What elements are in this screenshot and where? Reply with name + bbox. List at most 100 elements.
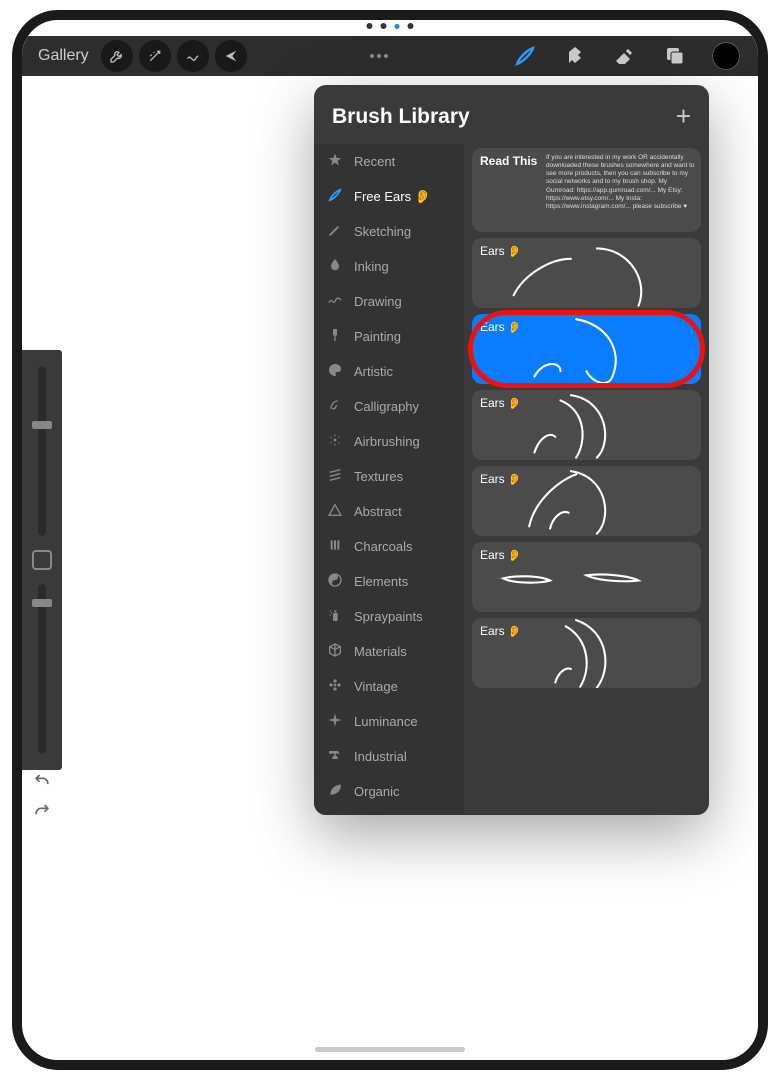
air-icon xyxy=(326,432,344,451)
category-abstract[interactable]: Abstract xyxy=(314,494,464,529)
cube-icon xyxy=(326,642,344,661)
brush-label: Ears👂 xyxy=(480,320,521,334)
spray-icon xyxy=(326,607,344,626)
top-toolbar: Gallery xyxy=(22,36,758,76)
brush-size-slider[interactable] xyxy=(38,366,46,536)
undo-redo-group xyxy=(22,770,62,820)
category-label: Spraypaints xyxy=(354,609,423,624)
category-label: Free Ears 👂 xyxy=(354,189,431,205)
category-textures[interactable]: Textures xyxy=(314,459,464,494)
category-spraypaints[interactable]: Spraypaints xyxy=(314,599,464,634)
smudge-tool-button[interactable] xyxy=(562,43,588,69)
yin-icon xyxy=(326,572,344,591)
brush-item[interactable]: Ears👂 xyxy=(472,314,701,384)
brush-library-popover: Brush Library + Recent Free Ears 👂 Sketchi… xyxy=(314,85,709,815)
side-sliders xyxy=(22,350,62,770)
brush-opacity-thumb[interactable] xyxy=(32,599,52,607)
brush-list[interactable]: Read This If you are interested in my wor… xyxy=(464,144,709,815)
brush-label: Ears👂 xyxy=(480,548,521,562)
category-label: Painting xyxy=(354,329,401,344)
brush-item[interactable]: Ears👂 xyxy=(472,618,701,688)
home-indicator xyxy=(315,1047,465,1052)
transform-arrow-button[interactable] xyxy=(215,40,247,72)
category-label: Elements xyxy=(354,574,408,589)
category-artistic[interactable]: Artistic xyxy=(314,354,464,389)
category-label: Organic xyxy=(354,784,400,799)
category-painting[interactable]: Painting xyxy=(314,319,464,354)
brush-description: If you are interested in my work OR acci… xyxy=(546,154,695,211)
category-label: Airbrushing xyxy=(354,434,420,449)
category-calligraphy[interactable]: Calligraphy xyxy=(314,389,464,424)
drop-icon xyxy=(326,257,344,276)
add-brush-button[interactable]: + xyxy=(676,101,691,132)
category-materials[interactable]: Materials xyxy=(314,634,464,669)
actions-wrench-button[interactable] xyxy=(101,40,133,72)
brush-item[interactable]: Read This If you are interested in my wor… xyxy=(472,148,701,232)
category-label: Charcoals xyxy=(354,539,413,554)
category-industrial[interactable]: Industrial xyxy=(314,739,464,774)
brush-tool-button[interactable] xyxy=(512,43,538,69)
triangle-icon xyxy=(326,502,344,521)
sparkle-icon xyxy=(326,712,344,731)
brush-size-thumb[interactable] xyxy=(32,421,52,429)
star-icon xyxy=(326,152,344,171)
popover-title: Brush Library xyxy=(332,105,470,129)
texture-icon xyxy=(326,467,344,486)
category-label: Vintage xyxy=(354,679,398,694)
calli-icon xyxy=(326,397,344,416)
category-label: Calligraphy xyxy=(354,399,419,414)
brush-label: Ears👂 xyxy=(480,244,521,258)
category-label: Materials xyxy=(354,644,407,659)
anvil-icon xyxy=(326,747,344,766)
modify-square-button[interactable] xyxy=(32,550,52,570)
modify-dots-button[interactable] xyxy=(253,53,506,59)
brush-item[interactable]: Ears👂 xyxy=(472,542,701,612)
brush-category-list[interactable]: Recent Free Ears 👂 Sketching Inking Drawing P… xyxy=(314,144,464,815)
brush-label: Ears👂 xyxy=(480,472,521,486)
selection-button[interactable] xyxy=(177,40,209,72)
category-elements[interactable]: Elements xyxy=(314,564,464,599)
brush-item[interactable]: Ears👂 xyxy=(472,238,701,308)
leaf-icon xyxy=(326,782,344,801)
charcoal-icon xyxy=(326,537,344,556)
brush-label: Ears👂 xyxy=(480,396,521,410)
category-vintage[interactable]: Vintage xyxy=(314,669,464,704)
category-organic[interactable]: Organic xyxy=(314,774,464,809)
flower-icon xyxy=(326,677,344,696)
brush-label: Ears👂 xyxy=(480,624,521,638)
undo-button[interactable] xyxy=(32,770,52,790)
redo-button[interactable] xyxy=(32,800,52,820)
brush-opacity-slider[interactable] xyxy=(38,584,46,754)
paint-icon xyxy=(326,327,344,346)
brush-item[interactable]: Ears👂 xyxy=(472,390,701,460)
category-label: Inking xyxy=(354,259,389,274)
gallery-button[interactable]: Gallery xyxy=(32,47,95,65)
category-luminance[interactable]: Luminance xyxy=(314,704,464,739)
category-sketching[interactable]: Sketching xyxy=(314,214,464,249)
layers-button[interactable] xyxy=(662,43,688,69)
adjustments-wand-button[interactable] xyxy=(139,40,171,72)
category-free-ears-[interactable]: Free Ears 👂 xyxy=(314,179,464,214)
category-label: Sketching xyxy=(354,224,411,239)
brush-icon xyxy=(326,187,344,206)
device-sensors xyxy=(367,23,414,29)
category-label: Drawing xyxy=(354,294,402,309)
eraser-tool-button[interactable] xyxy=(612,43,638,69)
category-label: Luminance xyxy=(354,714,418,729)
color-picker-button[interactable] xyxy=(712,42,740,70)
category-label: Artistic xyxy=(354,364,393,379)
palette-icon xyxy=(326,362,344,381)
squiggle-icon xyxy=(326,292,344,311)
category-charcoals[interactable]: Charcoals xyxy=(314,529,464,564)
category-inking[interactable]: Inking xyxy=(314,249,464,284)
category-airbrushing[interactable]: Airbrushing xyxy=(314,424,464,459)
category-drawing[interactable]: Drawing xyxy=(314,284,464,319)
ipad-frame: Gallery xyxy=(12,10,768,1070)
category-label: Textures xyxy=(354,469,403,484)
brush-item[interactable]: Ears👂 xyxy=(472,466,701,536)
brush-label: Read This xyxy=(480,154,537,168)
category-label: Industrial xyxy=(354,749,407,764)
category-label: Recent xyxy=(354,154,395,169)
category-water[interactable]: Water xyxy=(314,809,464,815)
category-recent[interactable]: Recent xyxy=(314,144,464,179)
